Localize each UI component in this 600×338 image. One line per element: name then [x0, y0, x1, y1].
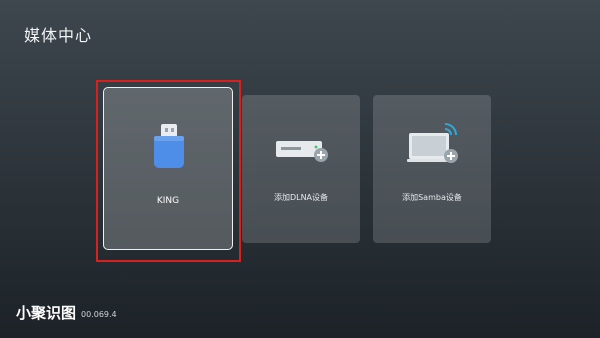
device-card-king[interactable]: KING: [103, 87, 233, 250]
usb-drive-icon: [152, 123, 186, 173]
add-dlna-device-icon: [275, 137, 331, 167]
version-number: 00.069.4: [81, 310, 117, 319]
device-label-king: KING: [156, 196, 180, 206]
add-dlna-device-card[interactable]: 添加DLNA设备: [242, 95, 360, 243]
add-samba-device-card[interactable]: 添加Samba设备: [373, 95, 491, 243]
add-samba-device-icon: [407, 123, 463, 171]
add-dlna-device-label: 添加DLNA设备: [273, 193, 329, 202]
add-samba-device-label: 添加Samba设备: [402, 193, 462, 202]
watermark: 小聚识图: [16, 304, 77, 322]
page-title: 媒体中心: [24, 26, 93, 45]
